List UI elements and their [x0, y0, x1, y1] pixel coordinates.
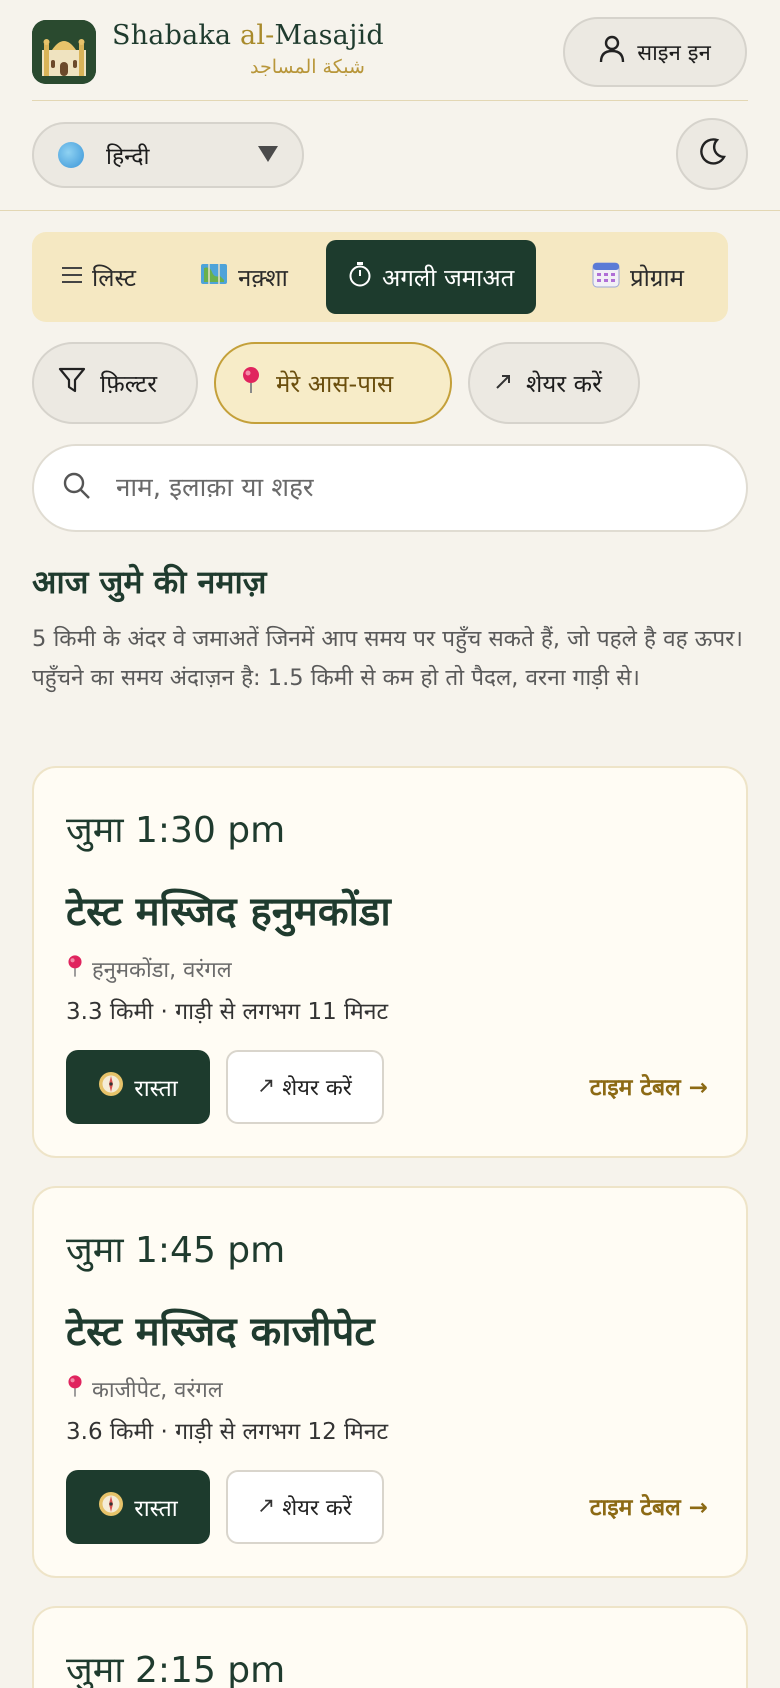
share-arrow-icon — [494, 369, 512, 397]
compass-icon — [98, 1071, 124, 1103]
map-icon — [200, 262, 228, 292]
caret-down-icon — [258, 146, 278, 162]
mosque-name[interactable]: टेस्ट मस्जिद काजीपेट — [66, 1302, 375, 1357]
brand-name: Shabaka al-Masajid — [112, 20, 384, 51]
brand-name-al: al- — [240, 20, 275, 51]
share-label: शेयर करें — [282, 1076, 352, 1101]
globe-icon — [58, 142, 84, 168]
section-description: 5 किमी के अंदर वे जमाअतें जिनमें आप समय … — [32, 626, 743, 691]
app-header: Shabaka al-Masajid شبكة المساجد साइन इन … — [0, 0, 780, 212]
mosque-area: काजीपेट, वरंगल — [66, 1374, 223, 1404]
tab-map[interactable]: नक़्शा — [200, 240, 288, 314]
dark-mode-toggle[interactable] — [676, 118, 748, 190]
pin-icon — [66, 1374, 84, 1404]
header-divider — [32, 100, 748, 101]
brand-name-suffix: Masajid — [274, 20, 384, 51]
calendar-icon — [592, 260, 620, 294]
search-icon — [62, 471, 92, 505]
jamaat-time: जुमा 1:30 pm — [66, 810, 286, 851]
brand-name-arabic: شبكة المساجد — [250, 56, 365, 78]
share-arrow-icon — [258, 1495, 274, 1520]
language-select[interactable]: हिन्दी — [32, 122, 304, 188]
mosque-area-label: हनुमकोंडा, वरंगल — [92, 958, 232, 983]
share-page-label: शेयर करें — [526, 369, 602, 398]
jamaat-card: जुमा 1:30 pm टेस्ट मस्जिद हनुमकोंडा हनुम… — [32, 766, 748, 1158]
tab-program[interactable]: प्रोग्राम — [592, 240, 684, 314]
filter-icon — [58, 366, 86, 400]
section-title: आज जुमे की नमाज़ — [32, 563, 267, 601]
tab-next-jamaat-label: अगली जमाअत — [382, 263, 515, 292]
filter-label: फ़िल्टर — [100, 369, 158, 398]
mosque-distance: 3.6 किमी · गाड़ी से लगभग 12 मिनट — [66, 1419, 389, 1445]
tab-list-label: लिस्ट — [92, 263, 136, 292]
search-bar — [32, 444, 748, 532]
filter-button[interactable]: फ़िल्टर — [32, 342, 198, 424]
stopwatch-icon — [348, 261, 372, 293]
share-label: शेयर करें — [282, 1496, 352, 1521]
mosque-logo-icon[interactable] — [32, 20, 96, 84]
share-arrow-icon — [258, 1075, 274, 1100]
sign-in-label: साइन इन — [637, 41, 711, 66]
tab-next-jamaat[interactable]: अगली जमाअत — [326, 240, 537, 314]
mosque-area-label: काजीपेट, वरंगल — [92, 1378, 223, 1403]
route-button[interactable]: रास्ता — [66, 1050, 210, 1124]
jamaat-card: जुमा 1:45 pm टेस्ट मस्जिद काजीपेट काजीपे… — [32, 1186, 748, 1578]
user-icon — [599, 35, 625, 69]
language-selected-value: हिन्दी — [106, 144, 150, 170]
route-label: रास्ता — [134, 1496, 178, 1522]
mosque-area: हनुमकोंडा, वरंगल — [66, 954, 232, 984]
timetable-link[interactable]: टाइम टेबल → — [590, 1070, 708, 1102]
jamaat-time: जुमा 2:15 pm — [66, 1650, 286, 1688]
list-icon — [62, 263, 82, 291]
route-label: रास्ता — [134, 1076, 178, 1102]
view-tabs: लिस्ट नक़्शा अगली जमाअत प्रोग्राम — [32, 232, 728, 322]
nearby-button[interactable]: मेरे आस-पास — [214, 342, 452, 424]
share-button[interactable]: शेयर करें — [226, 1050, 384, 1124]
header-bottom-divider — [0, 210, 780, 211]
compass-icon — [98, 1491, 124, 1523]
mosque-distance: 3.3 किमी · गाड़ी से लगभग 11 मिनट — [66, 999, 389, 1025]
search-input[interactable] — [116, 473, 716, 503]
pin-icon — [66, 954, 84, 984]
jamaat-card: जुमा 2:15 pm — [32, 1606, 748, 1688]
route-button[interactable]: रास्ता — [66, 1470, 210, 1544]
jamaat-time: जुमा 1:45 pm — [66, 1230, 286, 1271]
mosque-name[interactable]: टेस्ट मस्जिद हनुमकोंडा — [66, 882, 391, 937]
tab-list[interactable]: लिस्ट — [62, 240, 136, 314]
share-page-button[interactable]: शेयर करें — [468, 342, 640, 424]
tab-map-label: नक़्शा — [238, 263, 288, 292]
sign-in-button[interactable]: साइन इन — [563, 17, 747, 87]
moon-icon — [697, 137, 727, 171]
nearby-label: मेरे आस-पास — [276, 369, 394, 398]
timetable-link[interactable]: टाइम टेबल → — [590, 1490, 708, 1522]
tab-program-label: प्रोग्राम — [630, 263, 684, 292]
share-button[interactable]: शेयर करें — [226, 1470, 384, 1544]
pin-icon — [240, 366, 262, 400]
brand-name-prefix: Shabaka — [112, 20, 241, 51]
